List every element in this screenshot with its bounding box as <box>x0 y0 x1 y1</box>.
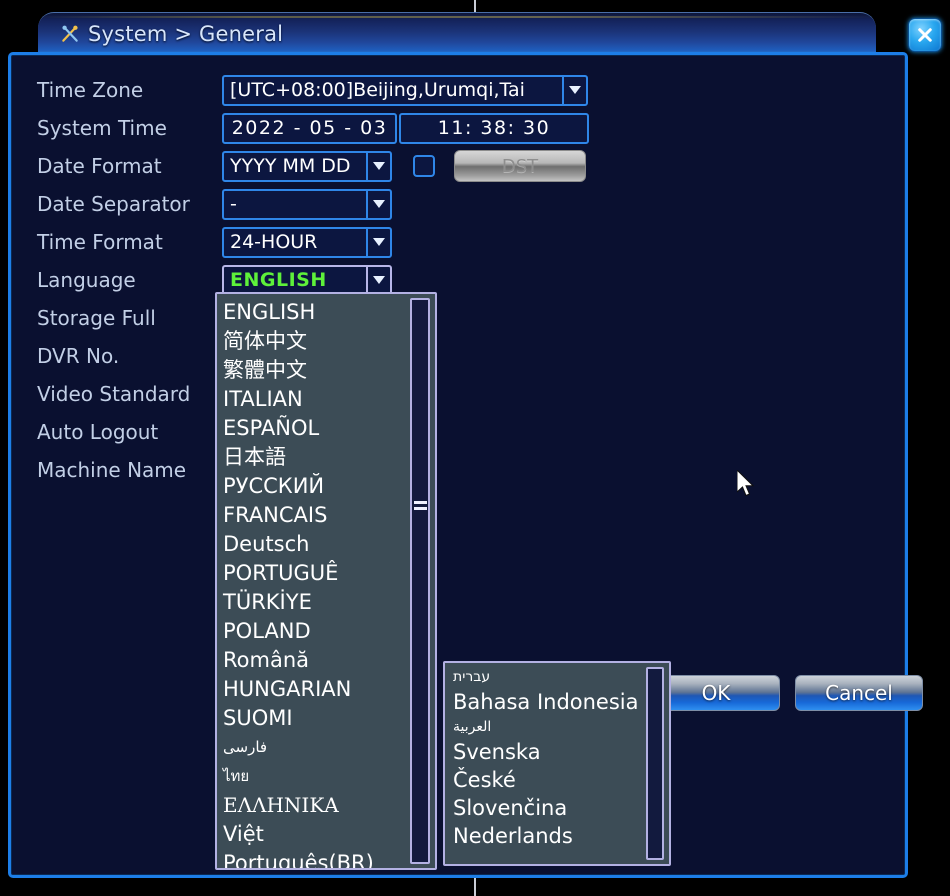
chevron-down-icon[interactable] <box>366 267 390 294</box>
language-select[interactable]: ENGLISH <box>222 265 392 296</box>
time-format-select[interactable]: 24-HOUR <box>222 227 392 258</box>
row-date-format: Date Format YYYY MM DD DST <box>37 147 589 185</box>
screen: System > General Time Zone [UTC+08:00]Be… <box>0 0 950 896</box>
label-auto-logout: Auto Logout <box>37 420 222 444</box>
language-option[interactable]: Việt <box>223 820 435 849</box>
tools-icon <box>60 24 80 44</box>
cancel-button[interactable]: Cancel <box>795 675 923 711</box>
label-time-zone: Time Zone <box>37 78 222 102</box>
close-icon <box>916 26 934 44</box>
language-overflow-option[interactable]: Bahasa Indonesia <box>453 688 669 716</box>
system-time-input[interactable]: 11: 38: 30 <box>399 113 589 144</box>
language-overflow-option[interactable]: العربية <box>453 716 669 738</box>
label-time-format: Time Format <box>37 230 222 254</box>
row-system-time: System Time 2022 - 05 - 03 11: 38: 30 <box>37 109 589 147</box>
row-time-zone: Time Zone [UTC+08:00]Beijing,Urumqi,Tai <box>37 71 589 109</box>
language-option[interactable]: РУССКИЙ <box>223 472 435 501</box>
dst-button: DST <box>454 150 586 182</box>
label-language: Language <box>37 268 222 292</box>
label-storage-full: Storage Full <box>37 306 222 330</box>
date-separator-value: - <box>224 193 237 215</box>
language-dropdown-overflow-list[interactable]: עבריתBahasa IndonesiaالعربيةSvenskaČeské… <box>443 661 671 866</box>
date-format-select[interactable]: YYYY MM DD <box>222 151 392 182</box>
language-option[interactable]: Português(BR) <box>223 849 435 870</box>
chevron-down-icon[interactable] <box>366 191 390 218</box>
ok-button[interactable]: OK <box>652 675 780 711</box>
language-option[interactable]: SUOMI <box>223 704 435 733</box>
language-option[interactable]: HUNGARIAN <box>223 675 435 704</box>
language-option[interactable]: ESPAÑOL <box>223 414 435 443</box>
dialog-title: System > General <box>88 22 283 46</box>
language-option[interactable]: Deutsch <box>223 530 435 559</box>
time-zone-value: [UTC+08:00]Beijing,Urumqi,Tai <box>224 79 525 101</box>
vertical-scrollbar[interactable] <box>410 298 430 864</box>
dialog-titlebar: System > General <box>38 12 876 54</box>
system-date-input[interactable]: 2022 - 05 - 03 <box>222 113 397 144</box>
label-date-separator: Date Separator <box>37 192 222 216</box>
language-option[interactable]: 繁體中文 <box>223 356 435 385</box>
date-format-value: YYYY MM DD <box>224 155 351 177</box>
dst-checkbox[interactable] <box>413 155 435 177</box>
label-video-standard: Video Standard <box>37 382 222 406</box>
language-dropdown-list[interactable]: ENGLISH简体中文繁體中文ITALIANESPAÑOL日本語РУССКИЙF… <box>215 292 437 870</box>
language-option[interactable]: 日本語 <box>223 443 435 472</box>
chevron-down-icon[interactable] <box>366 229 390 256</box>
row-date-separator: Date Separator - <box>37 185 589 223</box>
time-format-value: 24-HOUR <box>224 231 317 253</box>
language-option[interactable]: 简体中文 <box>223 327 435 356</box>
language-overflow-option[interactable]: Nederlands <box>453 822 669 850</box>
close-button[interactable] <box>908 18 942 52</box>
system-time-value: 11: 38: 30 <box>438 117 550 139</box>
label-system-time: System Time <box>37 116 222 140</box>
label-dvr-no: DVR No. <box>37 344 222 368</box>
row-time-format: Time Format 24-HOUR <box>37 223 589 261</box>
language-overflow-option[interactable]: Svenska <box>453 738 669 766</box>
language-option[interactable]: Română <box>223 646 435 675</box>
scrollbar-thumb[interactable] <box>412 498 428 512</box>
dialog-actions: OK Cancel <box>652 675 923 711</box>
chevron-down-icon[interactable] <box>562 77 586 104</box>
language-option[interactable]: ไทย <box>223 762 435 791</box>
language-option[interactable]: POLAND <box>223 617 435 646</box>
language-option[interactable]: فارسی <box>223 733 435 762</box>
time-zone-select[interactable]: [UTC+08:00]Beijing,Urumqi,Tai <box>222 75 588 106</box>
vertical-scrollbar-secondary[interactable] <box>646 667 664 860</box>
label-date-format: Date Format <box>37 154 222 178</box>
language-option[interactable]: TÜRKİYE <box>223 588 435 617</box>
system-date-value: 2022 - 05 - 03 <box>232 117 388 139</box>
language-option[interactable]: PORTUGUÊ <box>223 559 435 588</box>
language-option[interactable]: FRANCAIS <box>223 501 435 530</box>
language-option[interactable]: ΕΛΛΗΝΙΚΑ <box>223 791 435 820</box>
label-machine-name: Machine Name <box>37 458 222 482</box>
language-option[interactable]: ITALIAN <box>223 385 435 414</box>
language-overflow-option[interactable]: České <box>453 766 669 794</box>
language-overflow-option[interactable]: Slovenčina <box>453 794 669 822</box>
language-option[interactable]: ENGLISH <box>223 298 435 327</box>
date-separator-select[interactable]: - <box>222 189 392 220</box>
language-value: ENGLISH <box>224 269 327 291</box>
chevron-down-icon[interactable] <box>366 153 390 180</box>
language-overflow-option[interactable]: עברית <box>453 666 669 688</box>
